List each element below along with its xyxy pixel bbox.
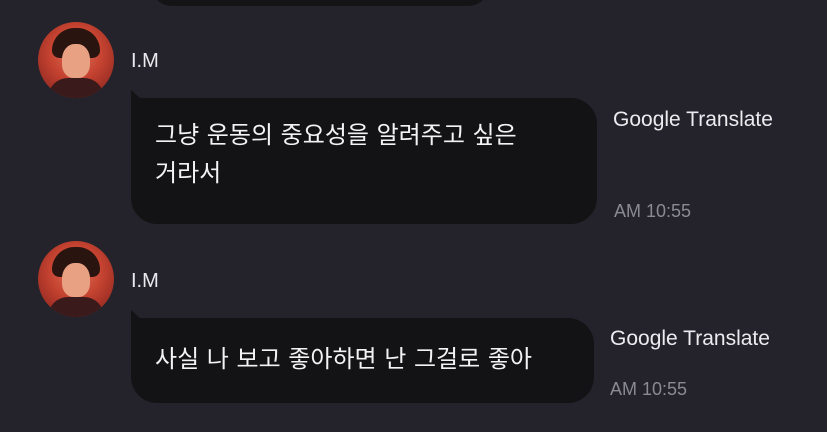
sender-name: I.M [131,270,159,292]
message-text-line: 거라서 [155,159,222,187]
message-timestamp: AM 10:55 [610,379,688,399]
sender-name: I.M [131,50,159,72]
previous-message-bubble[interactable] [150,0,490,6]
message-text-line: 사실 나 보고 좋아하면 난 그걸로 좋아 [155,345,532,373]
google-translate-link[interactable]: Google Translate [613,108,773,132]
google-translate-link[interactable]: Google Translate [610,327,770,351]
avatar[interactable] [38,22,114,98]
avatar[interactable] [38,241,114,317]
message-bubble[interactable]: 그냥 운동의 중요성을 알려주고 싶은 거라서 [131,90,597,224]
message-text-line: 그냥 운동의 중요성을 알려주고 싶은 [155,121,517,149]
message-bubble[interactable]: 사실 나 보고 좋아하면 난 그걸로 좋아 [131,310,594,403]
message-timestamp: AM 10:55 [614,201,692,221]
